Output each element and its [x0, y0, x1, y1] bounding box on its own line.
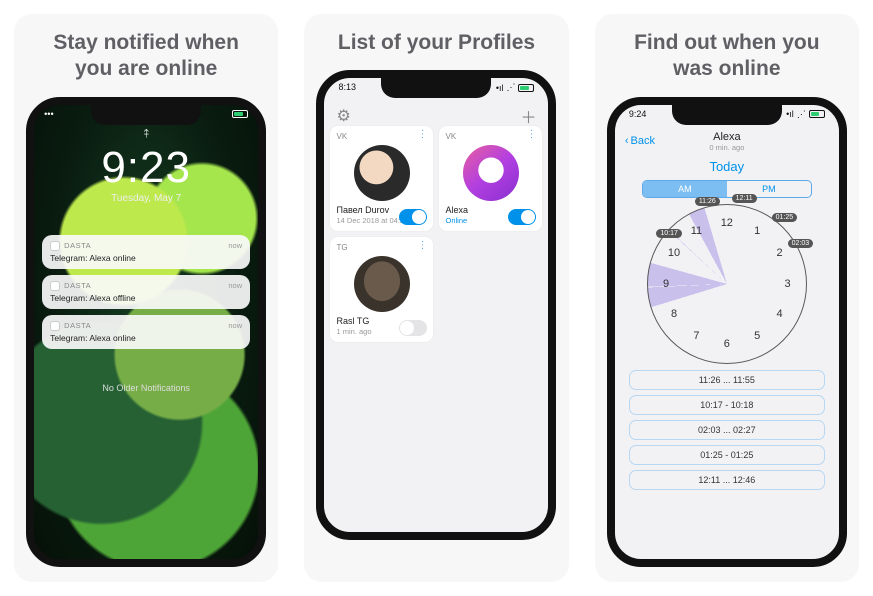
source-label: VK	[445, 132, 456, 141]
notify-toggle[interactable]	[399, 320, 427, 336]
session-row[interactable]: 11:26 ... 11:55	[629, 370, 825, 390]
app-icon	[50, 281, 60, 291]
avatar	[463, 145, 519, 201]
avatar	[354, 256, 410, 312]
profile-card[interactable]: TG ⋮ Rasl TG 1 min. ago	[330, 237, 433, 342]
app-icon	[50, 241, 60, 251]
time-label: 12:11	[732, 194, 757, 203]
notification-item[interactable]: DASTA now Telegram: Alexa online	[42, 235, 250, 269]
notification-item[interactable]: DASTA now Telegram: Alexa online	[42, 315, 250, 349]
signal-icon: •ıl	[496, 83, 504, 93]
profile-card[interactable]: VK ⋮ Павел Durov 14 Dec 2018 at 04:28	[330, 126, 433, 231]
battery-icon	[232, 109, 248, 119]
wifi-icon: ⋰	[506, 82, 515, 93]
panel-title: Stay notified when you are online	[14, 14, 278, 93]
notify-toggle[interactable]	[399, 209, 427, 225]
profile-status: 14 Dec 2018 at 04:28	[336, 216, 408, 225]
profile-status: Online	[445, 216, 467, 225]
phone-mockup-lockscreen: ••• ⤉ 9:23 Tuesday, May 7 DASTA now Tele…	[26, 97, 266, 567]
session-row[interactable]: 01:25 - 01:25	[629, 445, 825, 465]
signal-icon: •••	[44, 109, 53, 119]
profile-card[interactable]: VK ⋮ Alexa Online	[439, 126, 542, 231]
notification-list: DASTA now Telegram: Alexa online DASTA n…	[42, 235, 250, 349]
phone-mockup-profiles: 8:13 •ıl ⋰ ⚙︎ ＋ VK ⋮ Павел Durov 14 Dec …	[316, 70, 556, 540]
phone-mockup-history: 9:24 •ıl ⋰ ‹ Back Alexa 0 min. ago Today…	[607, 97, 847, 567]
ampm-segmented[interactable]: AM PM	[642, 180, 812, 198]
session-list: 11:26 ... 11:55 10:17 - 10:18 02:03 ... …	[615, 370, 839, 490]
page-title: Alexa	[625, 131, 829, 143]
lock-icon: ⤉	[144, 127, 149, 141]
profile-name: Alexa	[445, 205, 468, 215]
session-row[interactable]: 12:11 ... 12:46	[629, 470, 825, 490]
wifi-icon: ⋰	[797, 109, 806, 120]
source-label: VK	[336, 132, 347, 141]
am-tab[interactable]: AM	[643, 181, 727, 197]
notification-item[interactable]: DASTA now Telegram: Alexa offline	[42, 275, 250, 309]
no-older-label: No Older Notifications	[34, 383, 258, 393]
promo-panel-notify: Stay notified when you are online ••• ⤉ …	[14, 14, 278, 582]
time-label: 10:17	[656, 229, 682, 238]
profile-status: 1 min. ago	[336, 327, 371, 336]
promo-panel-history: Find out when you was online 9:24 •ıl ⋰ …	[595, 14, 859, 582]
panel-title: List of your Profiles	[320, 14, 553, 66]
kebab-icon[interactable]: ⋮	[526, 131, 536, 139]
battery-icon	[809, 110, 825, 118]
session-row[interactable]: 02:03 ... 02:27	[629, 420, 825, 440]
time-label: 11:26	[695, 197, 720, 206]
promo-panel-profiles: List of your Profiles 8:13 •ıl ⋰ ⚙︎ ＋ VK…	[304, 14, 568, 582]
app-icon	[50, 321, 60, 331]
lock-date: Tuesday, May 7	[34, 193, 258, 204]
today-label: Today	[615, 159, 839, 174]
profile-name: Павел Durov	[336, 205, 389, 215]
kebab-icon[interactable]: ⋮	[417, 131, 427, 139]
add-button[interactable]: ＋	[520, 104, 536, 128]
time-label: 01:25	[772, 213, 798, 222]
status-time: 9:24	[629, 109, 647, 120]
time-label: 02:03	[788, 239, 814, 248]
lock-time: 9:23	[34, 143, 258, 193]
page-subtitle: 0 min. ago	[625, 143, 829, 152]
battery-icon	[518, 84, 534, 92]
kebab-icon[interactable]: ⋮	[417, 242, 427, 250]
profile-name: Rasl TG	[336, 316, 369, 326]
settings-icon[interactable]: ⚙︎	[336, 106, 350, 126]
status-time: 8:13	[338, 82, 356, 93]
session-row[interactable]: 10:17 - 10:18	[629, 395, 825, 415]
panel-title: Find out when you was online	[595, 14, 859, 93]
notify-toggle[interactable]	[508, 209, 536, 225]
signal-icon: •ıl	[786, 109, 794, 119]
clock-chart: 12 1 2 3 4 5 6 7 8 9 10 11 10:17 11:26 1…	[647, 204, 807, 364]
source-label: TG	[336, 243, 347, 252]
avatar	[354, 145, 410, 201]
